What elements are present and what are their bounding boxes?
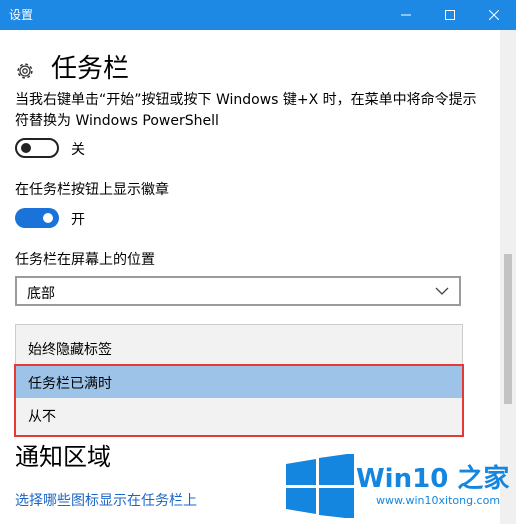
position-select-value: 底部 bbox=[27, 286, 55, 302]
page-title: 任务栏 bbox=[51, 54, 130, 84]
option-label: 从不 bbox=[28, 409, 56, 425]
dropdown-option-always-hide[interactable]: 始终隐藏标签 bbox=[16, 331, 462, 364]
close-button[interactable] bbox=[472, 0, 516, 30]
option-label: 任务栏已满时 bbox=[28, 376, 112, 392]
position-label: 任务栏在屏幕上的位置 bbox=[15, 252, 155, 268]
dropdown-option-when-full[interactable]: 任务栏已满时 bbox=[16, 365, 462, 398]
badges-toggle-state: 开 bbox=[71, 212, 85, 228]
toggle-knob bbox=[43, 213, 53, 223]
watermark-brand: Win10 之家 bbox=[356, 464, 510, 494]
maximize-button[interactable] bbox=[428, 0, 472, 30]
position-select[interactable]: 底部 bbox=[15, 276, 461, 306]
powershell-description: 当我右键单击“开始”按钮或按下 Windows 键+X 时，在菜单中将命令提示符… bbox=[15, 92, 477, 129]
window-title: 设置 bbox=[9, 8, 34, 22]
option-label: 始终隐藏标签 bbox=[28, 342, 112, 358]
dropdown-option-never[interactable]: 从不 bbox=[16, 398, 462, 431]
title-bar: 设置 bbox=[0, 0, 516, 30]
powershell-toggle[interactable] bbox=[15, 138, 59, 158]
badges-label: 在任务栏按钮上显示徽章 bbox=[15, 182, 169, 198]
section-title-notification-area: 通知区域 bbox=[15, 443, 111, 471]
powershell-toggle-state: 关 bbox=[71, 142, 85, 158]
close-icon bbox=[489, 10, 499, 20]
scrollbar-thumb[interactable] bbox=[504, 254, 512, 404]
chevron-down-icon bbox=[435, 287, 449, 295]
toggle-knob bbox=[21, 143, 31, 153]
minimize-button[interactable] bbox=[384, 0, 428, 30]
gear-icon bbox=[17, 63, 33, 79]
badges-toggle[interactable] bbox=[15, 208, 59, 228]
select-taskbar-icons-link[interactable]: 选择哪些图标显示在任务栏上 bbox=[15, 490, 197, 510]
minimize-icon bbox=[401, 14, 411, 16]
maximize-icon bbox=[445, 10, 455, 20]
watermark-url: www.win10xitong.com bbox=[376, 494, 501, 507]
combine-buttons-dropdown: 始终隐藏标签 任务栏已满时 从不 bbox=[15, 324, 463, 437]
